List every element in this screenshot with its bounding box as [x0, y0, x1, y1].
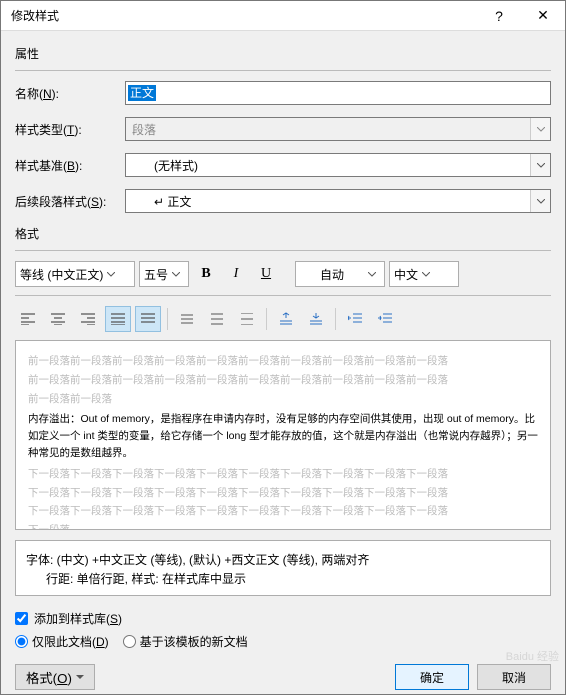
chevron-down-icon[interactable]: [168, 262, 184, 286]
align-justify-button[interactable]: [105, 306, 131, 332]
chevron-down-icon[interactable]: [364, 262, 380, 286]
chevron-down-icon[interactable]: [530, 154, 550, 176]
add-to-gallery-label[interactable]: 添加到样式库(S): [34, 610, 122, 627]
increase-space-before-button[interactable]: [273, 306, 299, 332]
paragraph-toolbar: [15, 306, 551, 332]
name-label: 名称(N):: [15, 85, 125, 102]
section-properties-rule: [15, 70, 551, 71]
line-spacing-1.5-button[interactable]: [204, 306, 230, 332]
preview-text-after: 下一段落下一段落下一段落下一段落下一段落下一段落下一段落下一段落下一段落下一段落: [28, 503, 538, 520]
align-left-button[interactable]: [15, 306, 41, 332]
only-this-doc-label[interactable]: 仅限此文档(D): [32, 633, 109, 650]
align-distribute-button[interactable]: [135, 306, 161, 332]
lang-select[interactable]: 中文: [389, 261, 459, 287]
next-style-select[interactable]: ↵ 正文: [125, 189, 551, 213]
based-on-template-radio[interactable]: [123, 635, 136, 648]
chevron-down-icon: [530, 118, 550, 140]
modify-style-dialog: 修改样式 ? ✕ 属性 名称(N): 正文 样式类型(T): 段落 样式基准(B…: [0, 0, 566, 695]
preview-text-after: 下一段落下一段落下一段落下一段落下一段落下一段落下一段落下一段落下一段落下一段落: [28, 466, 538, 483]
ok-button[interactable]: 确定: [395, 664, 469, 690]
preview-text-after: 下一段落: [28, 522, 538, 530]
italic-button[interactable]: I: [223, 261, 249, 287]
chevron-down-icon: [76, 675, 84, 680]
style-based-select[interactable]: (无样式): [125, 153, 551, 177]
only-this-doc-radio[interactable]: [15, 635, 28, 648]
preview-text-sample: 内存溢出：Out of memory，是指程序在申请内存时，没有足够的内存空间供…: [28, 411, 538, 461]
preview-text-before: 前一段落前一段落前一段落前一段落前一段落前一段落前一段落前一段落前一段落前一段落: [28, 353, 538, 370]
style-based-label: 样式基准(B):: [15, 157, 125, 174]
align-center-button[interactable]: [45, 306, 71, 332]
add-to-gallery-checkbox[interactable]: [15, 612, 28, 625]
font-toolbar: 等线 (中文正文) 五号 B I U 自动: [15, 261, 551, 287]
close-button[interactable]: ✕: [521, 1, 565, 31]
description-line2: 行距: 单倍行距, 样式: 在样式库中显示: [26, 570, 540, 589]
toolbar-separator-icon: [167, 308, 168, 330]
section-format-rule: [15, 250, 551, 251]
name-input[interactable]: 正文: [125, 81, 551, 105]
line-spacing-1-button[interactable]: [174, 306, 200, 332]
chevron-down-icon[interactable]: [530, 190, 550, 212]
font-size-select[interactable]: 五号: [139, 261, 189, 287]
style-type-select: 段落: [125, 117, 551, 141]
line-spacing-2-button[interactable]: [234, 306, 260, 332]
font-family-select[interactable]: 等线 (中文正文): [15, 261, 135, 287]
increase-indent-button[interactable]: [372, 306, 398, 332]
section-format-label: 格式: [15, 225, 551, 242]
cancel-button[interactable]: 取消: [477, 664, 551, 690]
style-description: 字体: (中文) +中文正文 (等线), (默认) +西文正文 (等线), 两端…: [15, 540, 551, 596]
font-color-select[interactable]: 自动: [295, 261, 385, 287]
chevron-down-icon[interactable]: [103, 262, 119, 286]
underline-button[interactable]: U: [253, 261, 279, 287]
toolbar-separator-icon: [335, 308, 336, 330]
description-line1: 字体: (中文) +中文正文 (等线), (默认) +西文正文 (等线), 两端…: [26, 551, 540, 570]
align-right-button[interactable]: [75, 306, 101, 332]
preview-pane: 前一段落前一段落前一段落前一段落前一段落前一段落前一段落前一段落前一段落前一段落…: [15, 340, 551, 530]
preview-text-before: 前一段落前一段落: [28, 391, 538, 408]
titlebar: 修改样式 ? ✕: [1, 1, 565, 31]
help-button[interactable]: ?: [477, 1, 521, 31]
preview-text-after: 下一段落下一段落下一段落下一段落下一段落下一段落下一段落下一段落下一段落下一段落: [28, 485, 538, 502]
next-style-label: 后续段落样式(S):: [15, 193, 125, 210]
chevron-down-icon[interactable]: [418, 262, 434, 286]
style-type-label: 样式类型(T):: [15, 121, 125, 138]
bold-button[interactable]: B: [193, 261, 219, 287]
decrease-indent-button[interactable]: [342, 306, 368, 332]
toolbar-separator-icon: [266, 308, 267, 330]
decrease-space-before-button[interactable]: [303, 306, 329, 332]
format-dropdown-button[interactable]: 格式(O): [15, 664, 95, 690]
preview-text-before: 前一段落前一段落前一段落前一段落前一段落前一段落前一段落前一段落前一段落前一段落: [28, 372, 538, 389]
based-on-template-label[interactable]: 基于该模板的新文档: [140, 633, 248, 650]
toolbar-separator: [15, 295, 551, 296]
section-properties-label: 属性: [15, 45, 551, 62]
dialog-title: 修改样式: [11, 7, 477, 24]
